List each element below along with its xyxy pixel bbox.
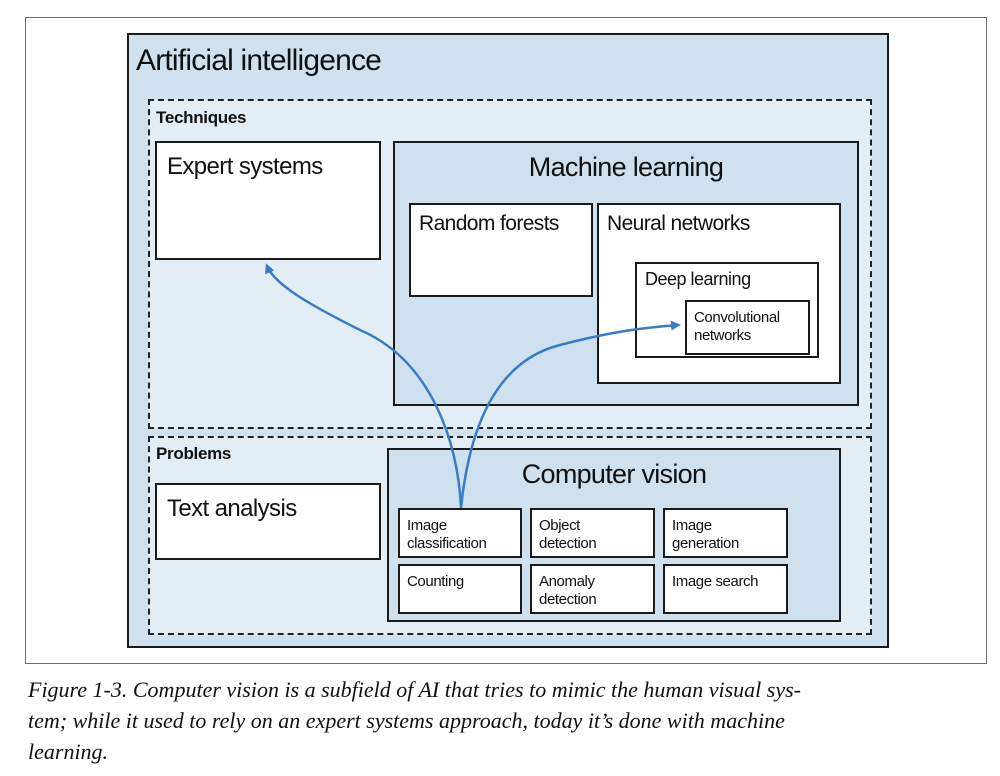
arrow-to-convolutional-networks xyxy=(459,320,681,509)
caption-line-2: tem; while it used to rely on an expert … xyxy=(28,708,785,733)
caption-line-3: learning. xyxy=(28,739,109,764)
figure-caption: Figure 1-3. Computer vision is a subfiel… xyxy=(28,674,978,767)
arrow-to-expert-systems xyxy=(265,263,463,509)
arrows-layer xyxy=(265,263,681,509)
caption-line-1: Figure 1-3. Computer vision is a subfiel… xyxy=(28,677,801,702)
